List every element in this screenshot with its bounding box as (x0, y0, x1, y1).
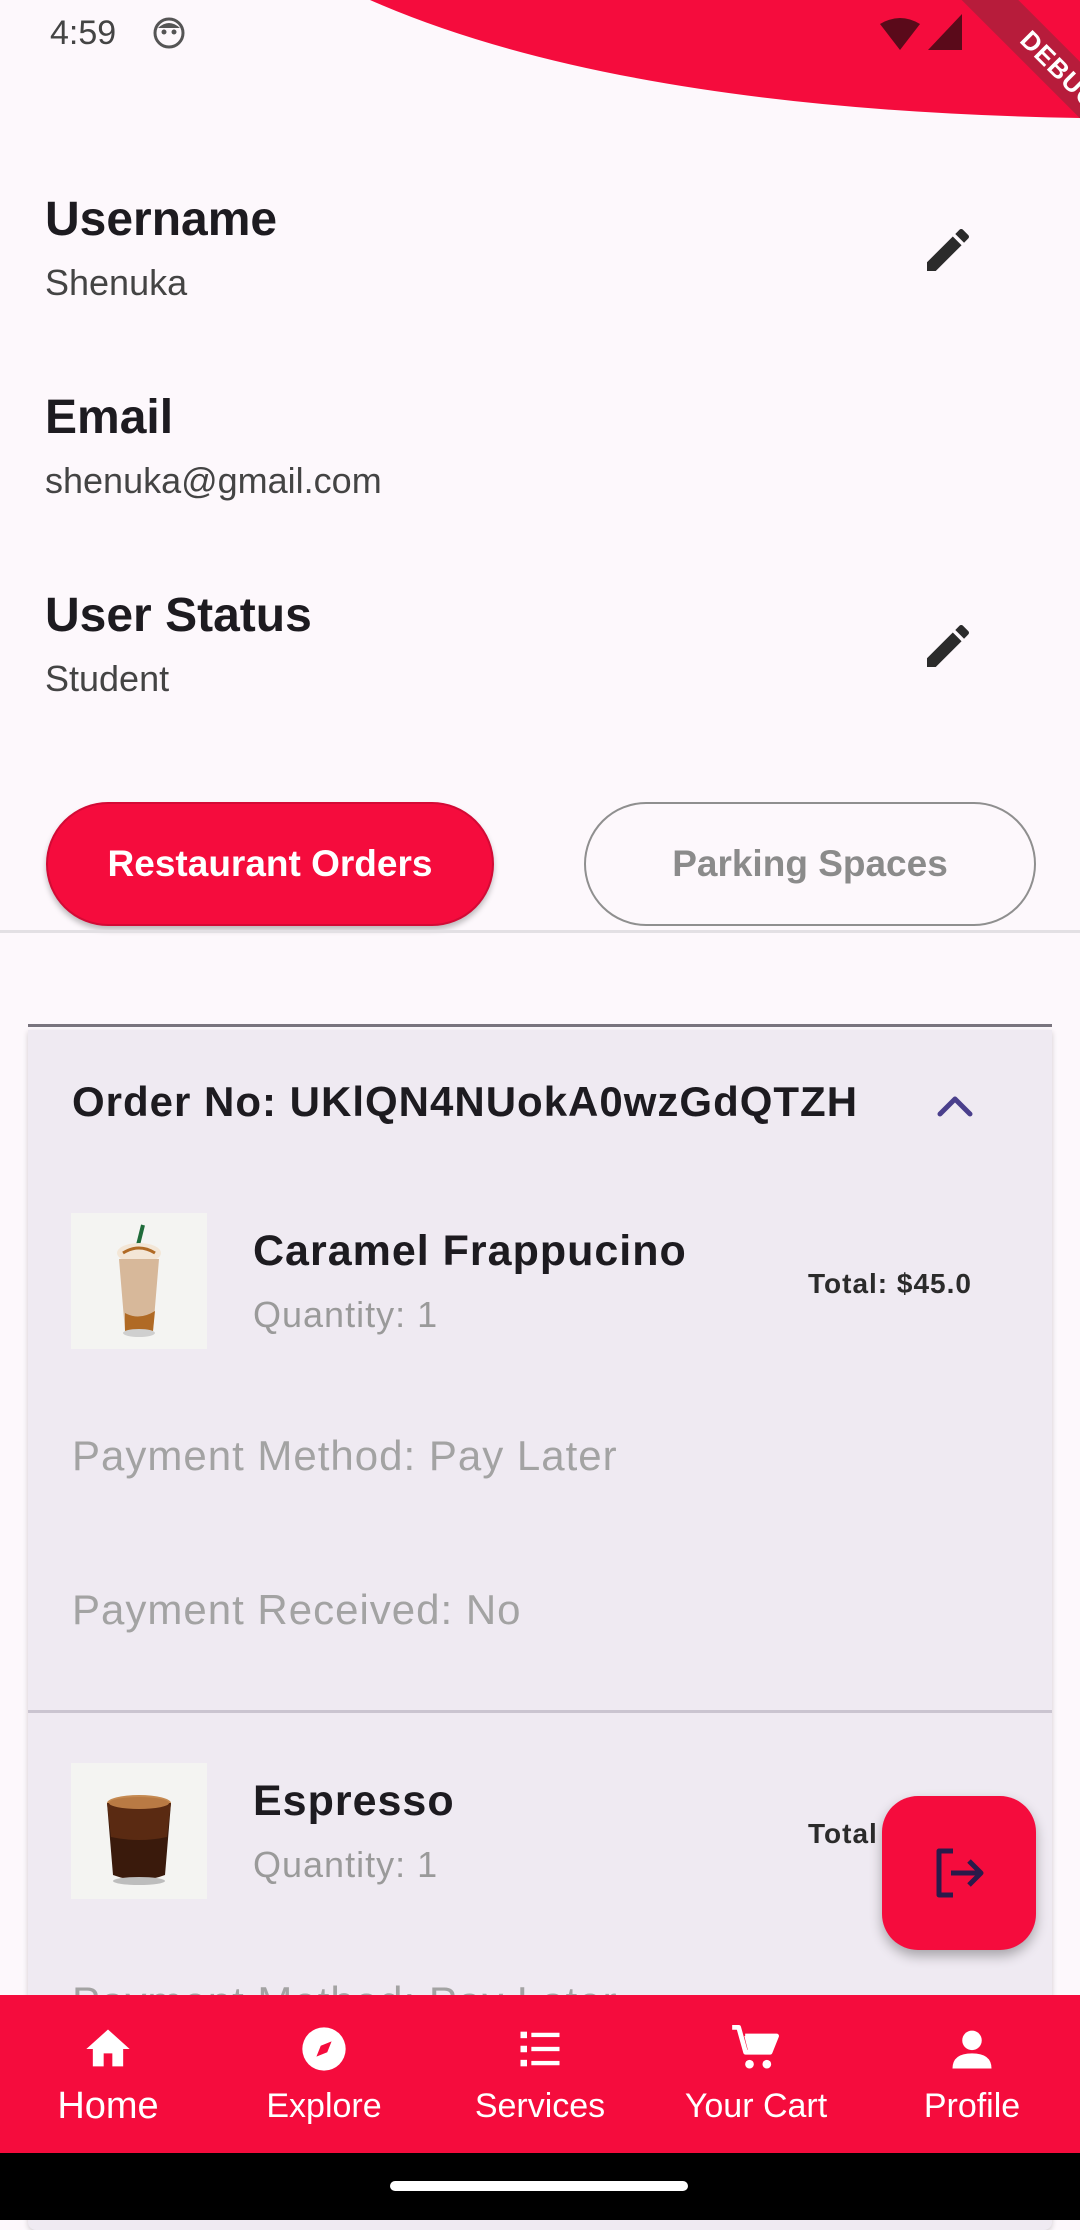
chevron-up-icon (937, 1096, 973, 1117)
restaurant-orders-tab[interactable]: Restaurant Orders (46, 802, 494, 926)
divider (28, 1024, 1052, 1027)
status-time: 4:59 (50, 14, 117, 52)
divider (0, 930, 1080, 933)
order-number-title: Order No: UKlQN4NUokA0wzGdQTZH (72, 1078, 859, 1125)
divider (28, 1710, 1052, 1713)
nav-your-cart[interactable]: Your Cart (648, 1995, 864, 2153)
payment-received: Payment Received: No (72, 1586, 522, 1633)
espresso-image (71, 1763, 207, 1899)
payment-method: Payment Method: Pay Later (72, 1432, 618, 1479)
home-icon (86, 2029, 130, 2067)
pencil-icon (927, 228, 970, 271)
username-label: Username (45, 193, 278, 246)
list-icon (520, 2031, 560, 2067)
item-quantity: Quantity: 1 (253, 1294, 439, 1335)
item-total: Total (808, 1818, 878, 1849)
nav-profile[interactable]: Profile (864, 1995, 1080, 2153)
cart-icon (732, 2024, 779, 2069)
user-status-value: Student (45, 658, 170, 699)
pencil-icon (927, 624, 970, 667)
logout-button[interactable] (882, 1796, 1036, 1950)
item-quantity: Quantity: 1 (253, 1844, 439, 1885)
edit-username-button[interactable] (908, 210, 988, 290)
parking-spaces-tab[interactable]: Parking Spaces (584, 802, 1036, 926)
username-value: Shenuka (45, 262, 188, 303)
person-icon (952, 2030, 992, 2069)
item-name: Caramel Frappucino (253, 1227, 687, 1275)
item-name: Espresso (253, 1777, 455, 1825)
compass-icon (302, 2027, 346, 2071)
notification-icon (153, 17, 185, 49)
nav-services[interactable]: Services (432, 1995, 648, 2153)
nav-label: Your Cart (684, 2087, 828, 2125)
caramel-frappucino-image (71, 1213, 207, 1349)
debug-label: DEBUG (953, 0, 1080, 160)
item-total: Total: $45.0 (808, 1268, 972, 1299)
logout-icon (936, 1848, 984, 1898)
debug-banner: DEBUG (900, 0, 1080, 160)
edit-status-button[interactable] (908, 606, 988, 686)
home-gesture-handle[interactable] (390, 2181, 688, 2191)
collapse-order-button[interactable] (920, 1070, 990, 1140)
email-value: shenuka@gmail.com (45, 460, 382, 501)
email-label: Email (45, 391, 174, 444)
nav-label: Profile (923, 2087, 1021, 2125)
nav-label: Explore (266, 2087, 382, 2125)
nav-label: Services (474, 2087, 606, 2125)
nav-label: Home (57, 2085, 159, 2127)
nav-explore[interactable]: Explore (216, 1995, 432, 2153)
user-status-label: User Status (45, 589, 312, 642)
nav-home[interactable]: Home (0, 1995, 216, 2153)
bottom-navigation: Home Explore Services Your Cart Profile (0, 1995, 1080, 2153)
